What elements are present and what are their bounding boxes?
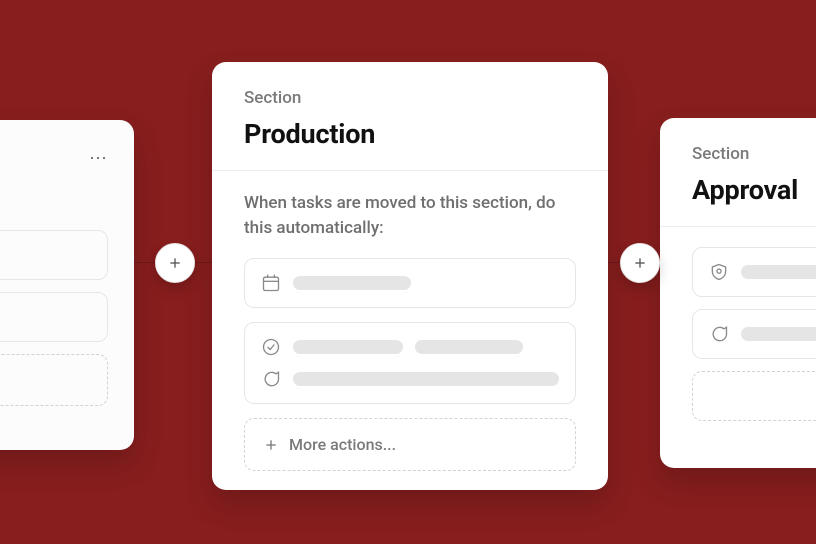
section-body bbox=[660, 227, 816, 441]
more-actions-label: More actions... bbox=[289, 435, 396, 454]
rule-row bbox=[261, 337, 559, 357]
status-icon bbox=[261, 337, 281, 357]
placeholder-bar bbox=[415, 340, 523, 354]
placeholder-bar bbox=[293, 340, 403, 354]
more-actions-placeholder[interactable] bbox=[0, 354, 108, 406]
more-actions-placeholder[interactable] bbox=[692, 371, 816, 421]
add-section-button[interactable] bbox=[620, 243, 660, 283]
automation-rule[interactable] bbox=[244, 258, 576, 308]
shield-icon bbox=[709, 262, 729, 282]
section-title: Approval bbox=[692, 174, 816, 206]
more-actions-button[interactable]: More actions... bbox=[244, 418, 576, 471]
calendar-icon bbox=[261, 273, 281, 293]
comment-icon bbox=[709, 324, 729, 344]
rule-description: When tasks are moved to this section, do… bbox=[244, 191, 576, 240]
placeholder-bar bbox=[293, 276, 411, 290]
section-card-production: Section Production When tasks are moved … bbox=[212, 62, 608, 490]
placeholder-bar bbox=[293, 372, 559, 386]
rule-placeholder bbox=[0, 230, 108, 280]
automation-rule[interactable] bbox=[692, 309, 816, 359]
overflow-menu-icon[interactable]: ⋯ bbox=[89, 148, 108, 169]
placeholder-bar bbox=[741, 327, 816, 341]
rule-row bbox=[709, 324, 816, 344]
section-body: When tasks are moved to this section, do… bbox=[212, 171, 608, 497]
section-header: Section Production bbox=[212, 62, 608, 170]
plus-icon bbox=[167, 255, 183, 271]
rule-row bbox=[709, 262, 816, 282]
rule-row bbox=[261, 369, 559, 389]
left-card-body bbox=[0, 230, 108, 406]
section-title: Production bbox=[244, 118, 576, 150]
automation-rule[interactable] bbox=[244, 322, 576, 404]
section-eyebrow: Section bbox=[244, 88, 576, 108]
section-eyebrow: Section bbox=[692, 144, 816, 164]
rule-row bbox=[261, 273, 559, 293]
placeholder-bar bbox=[741, 265, 816, 279]
plus-icon bbox=[263, 437, 279, 453]
section-card-left: ⋯ bbox=[0, 120, 134, 450]
plus-icon bbox=[632, 255, 648, 271]
comment-icon bbox=[261, 369, 281, 389]
section-card-approval: Section Approval bbox=[660, 118, 816, 468]
automation-rule[interactable] bbox=[692, 247, 816, 297]
add-section-button[interactable] bbox=[155, 243, 195, 283]
rule-placeholder bbox=[0, 292, 108, 342]
section-header: Section Approval bbox=[660, 118, 816, 226]
